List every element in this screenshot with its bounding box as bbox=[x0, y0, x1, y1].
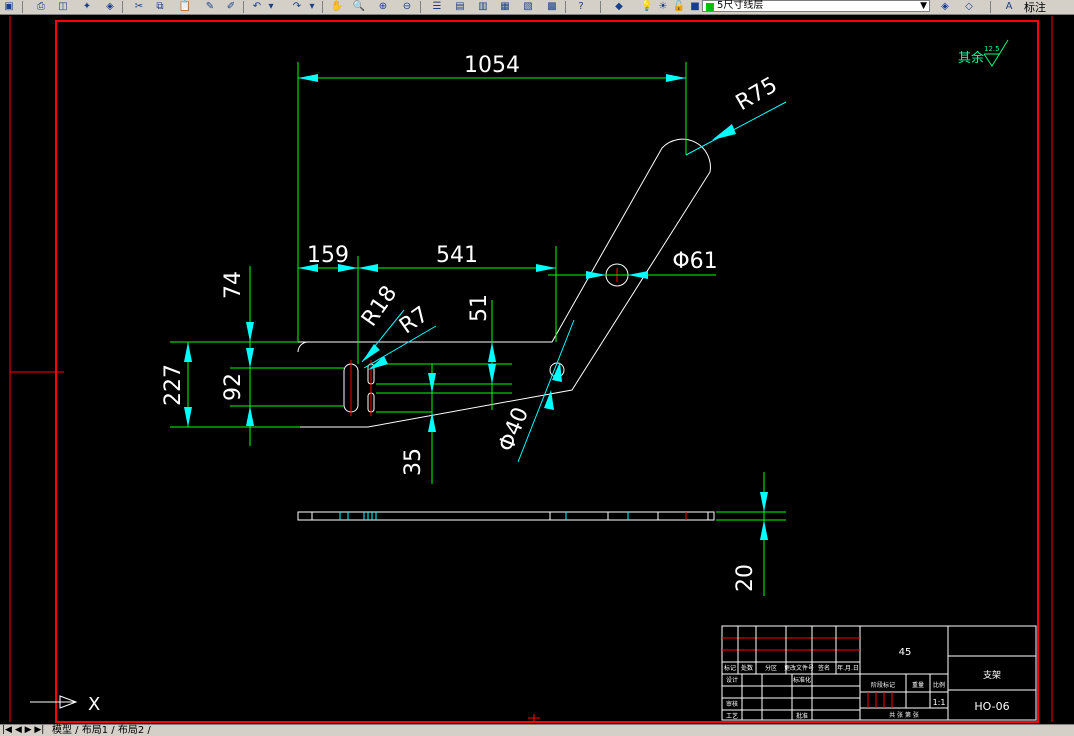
drawing-canvas[interactable]: 1054 R75 159 541 Φ61 74 227 92 R18 R7 51… bbox=[0, 14, 1074, 725]
dim-159: 159 bbox=[307, 243, 349, 268]
properties-icon[interactable]: ☰ bbox=[430, 1, 444, 13]
publish-icon[interactable]: ✦ bbox=[80, 1, 94, 13]
zoom-previous-icon[interactable]: ⊖ bbox=[400, 1, 414, 13]
chevron-down-icon: ▼ bbox=[920, 1, 927, 11]
layer-on-icon[interactable]: 💡 bbox=[640, 1, 654, 13]
save-icon[interactable]: ▣ bbox=[2, 1, 16, 13]
toolbar-separator bbox=[990, 1, 991, 13]
sheet-set-icon[interactable]: ▦ bbox=[498, 1, 512, 13]
layer-manager-icon[interactable]: ◆ bbox=[612, 1, 626, 13]
layout-nav-buttons[interactable]: |◀ ◀ ▶ ▶| bbox=[2, 725, 44, 736]
dim-20: 20 bbox=[733, 564, 758, 592]
tool-palettes-icon[interactable]: ▥ bbox=[476, 1, 490, 13]
layout-tab-bar: |◀ ◀ ▶ ▶| 模型 / 布局1 / 布局2 / bbox=[0, 724, 1074, 736]
approve-label: 批准 bbox=[796, 712, 808, 720]
ratio-label: 比例 bbox=[933, 681, 945, 689]
row-label-zone: 分区 bbox=[765, 664, 777, 672]
dimension-texts: 1054 R75 159 541 Φ61 74 227 92 R18 R7 51… bbox=[161, 53, 782, 592]
dimension-lines bbox=[170, 62, 786, 596]
weight-label: 重量 bbox=[912, 681, 924, 689]
drawing-number: HO-06 bbox=[974, 700, 1009, 713]
design-label: 设计 bbox=[726, 676, 738, 684]
preview-icon[interactable]: ◫ bbox=[56, 1, 70, 13]
dim-r7: R7 bbox=[395, 302, 433, 339]
row-label-count: 处数 bbox=[741, 664, 753, 672]
undo-dropdown-icon[interactable]: ▾ bbox=[264, 1, 278, 13]
make-current-layer-icon[interactable]: ◈ bbox=[938, 1, 952, 13]
layer-dropdown[interactable]: 5尺寸线层 ▼ bbox=[702, 0, 930, 12]
scale-value: 1:1 bbox=[933, 698, 946, 707]
toolbar-separator bbox=[243, 1, 244, 13]
print-icon[interactable]: ⎙ bbox=[34, 1, 48, 13]
style-label: 标注 bbox=[1024, 1, 1046, 14]
dim-r75: R75 bbox=[732, 73, 782, 116]
dim-51: 51 bbox=[467, 294, 492, 322]
undo-icon[interactable]: ↶ bbox=[250, 1, 264, 13]
pan-icon[interactable]: ✋ bbox=[330, 1, 344, 13]
title-block-texts: 45 支架 HO-06 1:1 标记 处数 分区 更改文件号 签名 年.月.日 … bbox=[724, 647, 1010, 720]
material-value: 45 bbox=[899, 647, 912, 658]
text-style-icon[interactable]: A bbox=[1002, 1, 1016, 13]
toolbar-separator bbox=[22, 1, 23, 13]
row-label-mark: 标记 bbox=[724, 664, 736, 672]
x-axis-label: X bbox=[88, 694, 100, 715]
dim-541: 541 bbox=[436, 243, 478, 268]
dim-227: 227 bbox=[161, 364, 186, 406]
layer-previous-icon[interactable]: ◇ bbox=[962, 1, 976, 13]
row-label-signature: 签名 bbox=[818, 664, 830, 672]
layer-lock-icon[interactable]: 🔓 bbox=[672, 1, 686, 13]
layer-freeze-icon[interactable]: ☀ bbox=[656, 1, 670, 13]
redo-icon[interactable]: ↷ bbox=[290, 1, 304, 13]
help-icon[interactable]: ? bbox=[574, 1, 588, 13]
leader-lines bbox=[361, 101, 787, 463]
toolbar-separator bbox=[420, 1, 421, 13]
cad-toolbar: ▣ ⎙ ◫ ✦ ◈ ✂ ⧉ 📋 ✎ ✐ ↶ ▾ ↷ ▾ ✋ 🔍 ⊕ ⊖ ☰ ▤ … bbox=[0, 0, 1074, 15]
calculator-icon[interactable]: ▩ bbox=[545, 1, 559, 13]
redo-dropdown-icon[interactable]: ▾ bbox=[305, 1, 319, 13]
dim-35: 35 bbox=[401, 448, 426, 476]
side-view bbox=[297, 511, 715, 521]
sheets-label: 共 张 第 张 bbox=[889, 711, 919, 719]
block-editor-icon[interactable]: ✐ bbox=[224, 1, 238, 13]
toolbar-separator bbox=[322, 1, 323, 13]
review-label: 审核 bbox=[726, 700, 738, 708]
toolbar-separator bbox=[600, 1, 601, 13]
dim-74: 74 bbox=[221, 271, 246, 299]
cut-icon[interactable]: ✂ bbox=[132, 1, 146, 13]
part-name: 支架 bbox=[983, 669, 1001, 681]
dim-92: 92 bbox=[221, 373, 246, 401]
plot-icon[interactable]: ◈ bbox=[103, 1, 117, 13]
zoom-realtime-icon[interactable]: 🔍 bbox=[352, 1, 366, 13]
ucs-icon: X bbox=[30, 694, 100, 715]
match-properties-icon[interactable]: ✎ bbox=[203, 1, 217, 13]
roughness-value: 12.5 bbox=[984, 45, 1000, 53]
toolbar-separator bbox=[565, 1, 566, 13]
markup-icon[interactable]: ▧ bbox=[521, 1, 535, 13]
copy-icon[interactable]: ⧉ bbox=[153, 1, 167, 13]
zoom-window-icon[interactable]: ⊕ bbox=[376, 1, 390, 13]
layer-color-icon[interactable]: ■ bbox=[688, 1, 702, 13]
layer-name: 5尺寸线层 bbox=[717, 0, 764, 11]
toolbar-separator bbox=[122, 1, 123, 13]
stage-label: 阶段标记 bbox=[871, 681, 895, 689]
paste-icon[interactable]: 📋 bbox=[178, 1, 192, 13]
dim-phi61: Φ61 bbox=[672, 249, 717, 274]
layer-color-swatch bbox=[706, 3, 714, 11]
row-label-date: 年.月.日 bbox=[837, 664, 859, 672]
dim-phi40: Φ40 bbox=[494, 404, 534, 455]
process-label: 工艺 bbox=[726, 712, 738, 720]
layout-tabs[interactable]: 模型 / 布局1 / 布局2 / bbox=[52, 725, 151, 736]
dim-r18: R18 bbox=[357, 281, 402, 331]
design-center-icon[interactable]: ▤ bbox=[453, 1, 467, 13]
dim-1054: 1054 bbox=[464, 53, 520, 78]
standardize-label: 标准化 bbox=[793, 676, 811, 684]
row-label-change-doc: 更改文件号 bbox=[784, 664, 814, 672]
surface-note-text: 其余 bbox=[958, 50, 984, 66]
surface-roughness-note: 其余 12.5 bbox=[958, 39, 1009, 67]
